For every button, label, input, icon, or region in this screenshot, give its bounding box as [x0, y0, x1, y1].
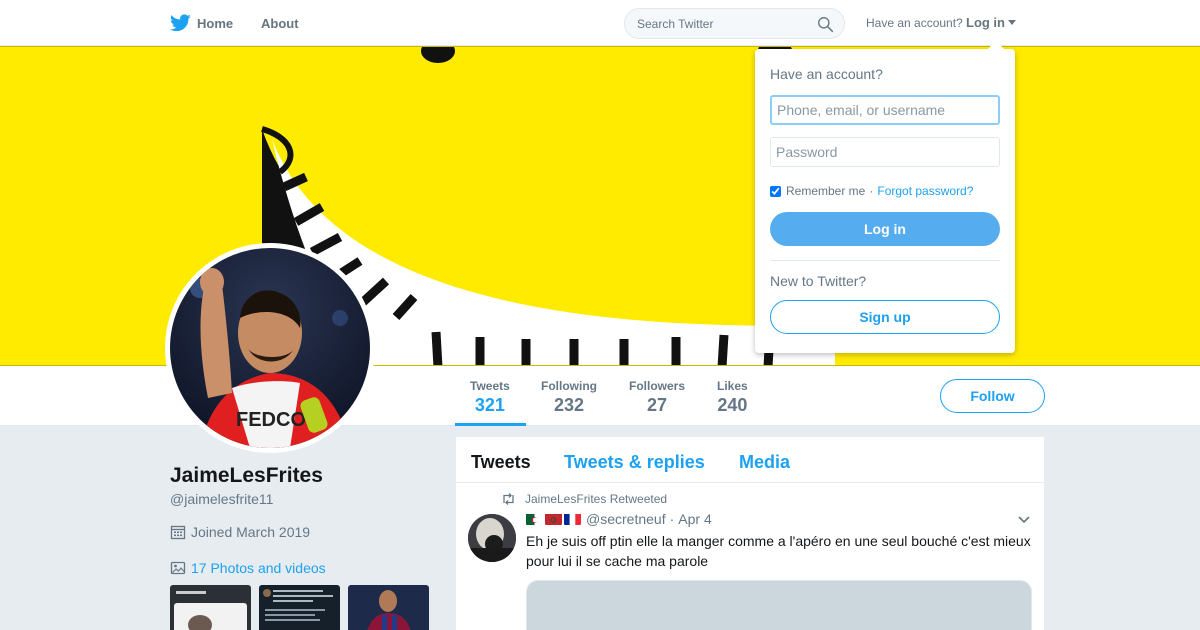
stat-value: 321: [474, 395, 505, 415]
tweet-item[interactable]: JaimeLesFrites Retweeted @secretneuf · A…: [456, 484, 1044, 630]
separator-dot: ·: [669, 511, 675, 527]
remember-row: Remember me · Forgot password?: [770, 184, 973, 198]
have-account-text: Have an account?: [866, 16, 963, 30]
password-field[interactable]: [770, 137, 1000, 167]
media-thumbnail[interactable]: [348, 585, 429, 630]
photos-videos-label: 17 Photos and videos: [191, 560, 326, 576]
dropdown-divider: [770, 260, 1000, 261]
thumbnail-image: [348, 585, 429, 630]
media-thumbnail[interactable]: [170, 585, 251, 630]
login-submit-button[interactable]: Log in: [770, 212, 1000, 246]
dropdown-arrow: [988, 41, 1004, 49]
login-dropdown: Have an account? Remember me · Forgot pa…: [755, 41, 1015, 353]
search-icon[interactable]: [817, 16, 834, 33]
tweet-author-handle[interactable]: @secretneuf: [586, 511, 666, 527]
nav-home-label: Home: [197, 15, 234, 31]
stat-label: Followers: [629, 379, 686, 393]
separator-dot: ·: [869, 184, 874, 198]
photo-icon: [170, 561, 186, 575]
nav-home[interactable]: Home: [170, 14, 233, 32]
twitter-bird-icon: [170, 14, 191, 32]
profile-avatar[interactable]: FEDCO: [165, 243, 375, 453]
stat-tweets[interactable]: Tweets 321: [470, 379, 510, 416]
joined-text: Joined March 2019: [191, 524, 311, 540]
tweet-header: @secretneuf · Apr 4: [526, 511, 712, 527]
stat-label: Following: [541, 379, 597, 393]
forgot-password-link[interactable]: Forgot password?: [877, 184, 973, 198]
author-avatar-image: [468, 514, 516, 562]
joined-date: Joined March 2019: [170, 524, 310, 540]
timeline-tabs: Tweets Tweets & replies Media: [456, 437, 1044, 483]
tab-media[interactable]: Media: [739, 452, 790, 473]
svg-text:FEDCO: FEDCO: [236, 409, 306, 431]
login-menu-label: Log in: [966, 15, 1005, 30]
france-flag-icon: [564, 513, 581, 525]
remember-me-label[interactable]: Remember me: [786, 184, 865, 198]
tweet-media[interactable]: [526, 580, 1032, 630]
profile-handle[interactable]: @jaimelesfrite11: [170, 491, 273, 507]
stat-label: Tweets: [470, 379, 510, 393]
tweet-author-avatar[interactable]: [468, 514, 516, 562]
retweet-context: JaimeLesFrites Retweeted: [501, 492, 667, 506]
stat-label: Likes: [717, 379, 748, 393]
stat-value: 232: [553, 395, 585, 415]
remember-me-checkbox[interactable]: [770, 185, 781, 197]
caret-down-icon: [1008, 20, 1016, 25]
avatar-photo: FEDCO: [170, 248, 370, 448]
thumbnail-image: [170, 585, 251, 630]
retweet-icon: [503, 493, 514, 505]
stat-value: 27: [646, 395, 668, 415]
morocco-flag-icon: [545, 513, 562, 525]
retweet-note: JaimeLesFrites Retweeted: [525, 492, 668, 506]
algeria-flag-icon: [526, 513, 543, 525]
stat-likes[interactable]: Likes 240: [717, 379, 748, 416]
media-thumbnail[interactable]: [259, 585, 340, 630]
nav-about[interactable]: About: [261, 16, 299, 31]
search-placeholder: Search Twitter: [637, 17, 714, 31]
follow-button[interactable]: Follow: [940, 379, 1045, 413]
tab-tweets-replies[interactable]: Tweets & replies: [564, 452, 705, 473]
photos-videos-link[interactable]: 17 Photos and videos: [170, 560, 326, 576]
chevron-down-icon[interactable]: [1017, 515, 1031, 525]
timeline: Tweets Tweets & replies Media JaimeLesFr…: [456, 437, 1044, 630]
dropdown-title: Have an account?: [770, 66, 883, 82]
search-input[interactable]: Search Twitter: [624, 8, 845, 39]
top-nav: Home About Search Twitter Have an accoun…: [0, 0, 1200, 46]
signup-button[interactable]: Sign up: [770, 300, 1000, 334]
calendar-icon: [170, 525, 186, 540]
new-to-twitter-text: New to Twitter?: [770, 273, 867, 289]
stat-following[interactable]: Following 232: [541, 379, 597, 416]
stat-followers[interactable]: Followers 27: [629, 379, 685, 416]
tweet-date[interactable]: Apr 4: [678, 511, 711, 527]
username-field[interactable]: [770, 95, 1000, 125]
active-stat-underline: [455, 423, 526, 426]
login-menu-button[interactable]: Log in: [966, 15, 1016, 30]
tab-tweets[interactable]: Tweets: [471, 452, 531, 473]
tweet-text: Eh je suis off ptin elle la manger comme…: [526, 533, 1031, 569]
profile-name[interactable]: JaimeLesFrites: [170, 464, 323, 488]
stat-value: 240: [717, 395, 748, 415]
thumbnail-image: [259, 585, 340, 630]
